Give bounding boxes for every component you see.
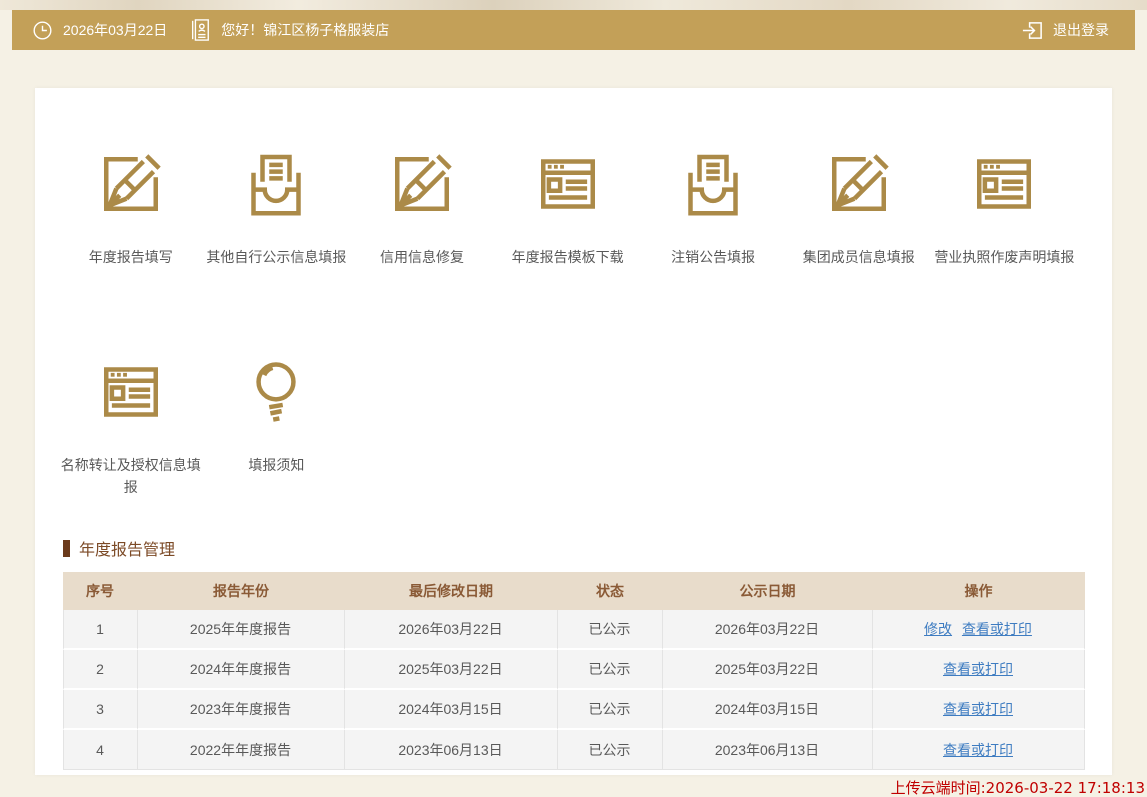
logout-label: 退出登录 bbox=[1053, 20, 1109, 40]
table-row: 1 2025年年度报告 2026年03月22日 已公示 2026年03月22日 … bbox=[63, 610, 1085, 650]
cell-operations: 查看或打印 bbox=[873, 690, 1085, 730]
cell-publish-date: 2025年03月22日 bbox=[663, 650, 873, 690]
cell-last-modified: 2025年03月22日 bbox=[345, 650, 558, 690]
view-or-print-link[interactable]: 查看或打印 bbox=[943, 742, 1013, 758]
quick-action-credit-repair[interactable]: 信用信息修复 bbox=[349, 148, 495, 268]
cell-seq: 4 bbox=[63, 730, 138, 770]
cell-status: 已公示 bbox=[558, 650, 663, 690]
quick-action-label: 名称转让及授权信息填报 bbox=[58, 454, 204, 498]
topbar: 2026年03月22日 您好！锦江区杨子格服装店 退出登录 bbox=[12, 10, 1135, 50]
cell-publish-date: 2024年03月15日 bbox=[663, 690, 873, 730]
cell-last-modified: 2026年03月22日 bbox=[345, 610, 558, 650]
id-badge-icon bbox=[189, 18, 211, 42]
quick-action-other-self-publicity[interactable]: 其他自行公示信息填报 bbox=[204, 148, 350, 268]
quick-action-name-transfer-authorization[interactable]: 名称转让及授权信息填报 bbox=[58, 356, 204, 498]
quick-action-label: 信用信息修复 bbox=[349, 246, 495, 268]
section-title-annual-report-management: 年度报告管理 bbox=[63, 536, 1112, 560]
quick-actions-row-2: 名称转让及授权信息填报 填报须知 bbox=[35, 356, 1112, 498]
cell-publish-date: 2023年06月13日 bbox=[663, 730, 873, 770]
quick-action-cancellation-notice[interactable]: 注销公告填报 bbox=[640, 148, 786, 268]
col-report-year: 报告年份 bbox=[138, 572, 345, 610]
cell-seq: 2 bbox=[63, 650, 138, 690]
quick-action-label: 年度报告填写 bbox=[58, 246, 204, 268]
quick-action-label: 集团成员信息填报 bbox=[786, 246, 932, 268]
edit-icon bbox=[95, 148, 167, 220]
view-or-print-link[interactable]: 查看或打印 bbox=[943, 661, 1013, 677]
logout-button[interactable]: 退出登录 bbox=[1021, 19, 1109, 42]
annual-report-table: 序号 报告年份 最后修改日期 状态 公示日期 操作 1 2025年年度报告 20… bbox=[63, 572, 1085, 770]
cell-last-modified: 2023年06月13日 bbox=[345, 730, 558, 770]
template-window-icon bbox=[968, 148, 1040, 220]
cell-publish-date: 2026年03月22日 bbox=[663, 610, 873, 650]
upload-time-text: 上传云端时间:2026-03-22 17:18:13 bbox=[0, 777, 1147, 797]
col-operations: 操作 bbox=[873, 572, 1085, 610]
modify-link[interactable]: 修改 bbox=[924, 621, 952, 637]
table-row: 2 2024年年度报告 2025年03月22日 已公示 2025年03月22日 … bbox=[63, 650, 1085, 690]
cell-status: 已公示 bbox=[558, 610, 663, 650]
cell-operations: 查看或打印 bbox=[873, 650, 1085, 690]
col-status: 状态 bbox=[558, 572, 663, 610]
col-publish-date: 公示日期 bbox=[663, 572, 873, 610]
template-window-icon bbox=[532, 148, 604, 220]
view-or-print-link[interactable]: 查看或打印 bbox=[943, 701, 1013, 717]
logout-arrow-icon bbox=[1021, 19, 1044, 42]
clock-icon bbox=[32, 20, 53, 41]
cell-operations: 查看或打印 bbox=[873, 730, 1085, 770]
cell-report-year: 2024年年度报告 bbox=[138, 650, 345, 690]
section-title-marker bbox=[63, 540, 70, 557]
col-last-modified: 最后修改日期 bbox=[345, 572, 558, 610]
quick-action-filing-instructions[interactable]: 填报须知 bbox=[204, 356, 350, 498]
cell-report-year: 2022年年度报告 bbox=[138, 730, 345, 770]
quick-action-annual-report-template-download[interactable]: 年度报告模板下载 bbox=[495, 148, 641, 268]
cell-status: 已公示 bbox=[558, 730, 663, 770]
template-window-icon bbox=[95, 356, 167, 428]
edit-icon bbox=[823, 148, 895, 220]
cell-operations: 修改 查看或打印 bbox=[873, 610, 1085, 650]
main-panel: 年度报告填写 其他自行公示信息填报 信用信息修复 年度报告模板下载 注销公告填报… bbox=[35, 88, 1112, 775]
table-header-row: 序号 报告年份 最后修改日期 状态 公示日期 操作 bbox=[63, 572, 1085, 610]
cell-status: 已公示 bbox=[558, 690, 663, 730]
section-title-text: 年度报告管理 bbox=[79, 536, 175, 560]
quick-action-annual-report-fill[interactable]: 年度报告填写 bbox=[58, 148, 204, 268]
quick-action-license-void-declaration[interactable]: 营业执照作废声明填报 bbox=[932, 148, 1078, 268]
topbar-date-group: 2026年03月22日 您好！锦江区杨子格服装店 bbox=[32, 18, 389, 42]
topbar-date: 2026年03月22日 bbox=[63, 20, 167, 40]
inbox-document-icon bbox=[677, 148, 749, 220]
cell-seq: 1 bbox=[63, 610, 138, 650]
page-top-texture bbox=[0, 0, 1147, 10]
table-row: 4 2022年年度报告 2023年06月13日 已公示 2023年06月13日 … bbox=[63, 730, 1085, 770]
view-or-print-link[interactable]: 查看或打印 bbox=[962, 621, 1032, 637]
edit-icon bbox=[386, 148, 458, 220]
cell-last-modified: 2024年03月15日 bbox=[345, 690, 558, 730]
cell-report-year: 2023年年度报告 bbox=[138, 690, 345, 730]
table-row: 3 2023年年度报告 2024年03月15日 已公示 2024年03月15日 … bbox=[63, 690, 1085, 730]
quick-action-group-member-info[interactable]: 集团成员信息填报 bbox=[786, 148, 932, 268]
cell-seq: 3 bbox=[63, 690, 138, 730]
quick-action-label: 注销公告填报 bbox=[640, 246, 786, 268]
quick-action-label: 年度报告模板下载 bbox=[495, 246, 641, 268]
col-seq: 序号 bbox=[63, 572, 138, 610]
quick-action-label: 其他自行公示信息填报 bbox=[204, 246, 350, 268]
topbar-greeting: 您好！锦江区杨子格服装店 bbox=[221, 20, 389, 40]
quick-action-label: 填报须知 bbox=[204, 454, 350, 476]
cell-report-year: 2025年年度报告 bbox=[138, 610, 345, 650]
inbox-document-icon bbox=[240, 148, 312, 220]
lightbulb-icon bbox=[240, 356, 312, 428]
quick-actions-row-1: 年度报告填写 其他自行公示信息填报 信用信息修复 年度报告模板下载 注销公告填报… bbox=[35, 148, 1112, 268]
quick-action-label: 营业执照作废声明填报 bbox=[932, 246, 1078, 268]
